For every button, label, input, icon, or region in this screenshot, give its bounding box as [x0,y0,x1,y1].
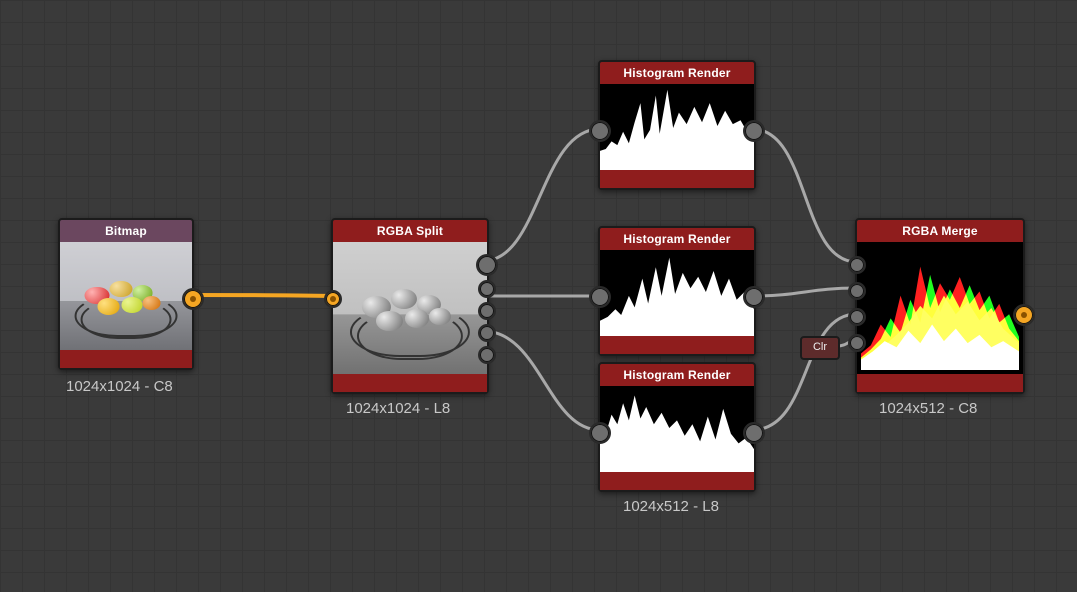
chip-clr[interactable]: Clr [800,336,840,360]
input-port[interactable] [589,120,611,142]
node-caption: 1024x512 - C8 [879,400,977,417]
input-port-g[interactable] [848,282,866,300]
node-histogram-render-1[interactable]: Histogram Render [598,60,756,190]
node-caption: 1024x512 - L8 [623,498,719,515]
output-port-b[interactable] [478,302,496,320]
node-histogram-render-3[interactable]: Histogram Render [598,362,756,492]
node-preview-histogram [600,386,754,472]
node-bitmap[interactable]: Bitmap [58,218,194,370]
node-footer [600,336,754,354]
output-port-r[interactable] [476,254,498,276]
node-footer [60,350,192,368]
output-port-a[interactable] [478,324,496,342]
input-port-b[interactable] [848,308,866,326]
node-rgba-split[interactable]: RGBA Split [331,218,489,394]
node-caption: 1024x1024 - C8 [66,378,173,395]
node-footer [600,170,754,188]
output-port[interactable] [743,120,765,142]
output-port[interactable] [182,288,204,310]
node-title: RGBA Merge [857,220,1023,242]
node-title: Bitmap [60,220,192,242]
node-preview-rgba-merge [857,242,1023,374]
node-title: RGBA Split [333,220,487,242]
input-port[interactable] [324,290,342,308]
output-port[interactable] [1013,304,1035,326]
node-rgba-merge[interactable]: RGBA Merge [855,218,1025,394]
output-port[interactable] [743,286,765,308]
node-preview-histogram [600,84,754,170]
output-port-g[interactable] [478,280,496,298]
node-preview-bitmap [60,242,192,350]
node-title: Histogram Render [600,62,754,84]
node-caption: 1024x1024 - L8 [346,400,450,417]
node-footer [333,374,487,392]
node-preview-histogram [600,250,754,336]
node-preview-rgba-split [333,242,487,374]
input-port-r[interactable] [848,256,866,274]
output-port[interactable] [743,422,765,444]
node-histogram-render-2[interactable]: Histogram Render [598,226,756,356]
node-footer [600,472,754,490]
input-port[interactable] [589,422,611,444]
input-port-a[interactable] [848,334,866,352]
node-title: Histogram Render [600,364,754,386]
chip-label: Clr [813,341,827,353]
output-port-extra[interactable] [478,346,496,364]
input-port[interactable] [589,286,611,308]
node-footer [857,374,1023,392]
node-title: Histogram Render [600,228,754,250]
